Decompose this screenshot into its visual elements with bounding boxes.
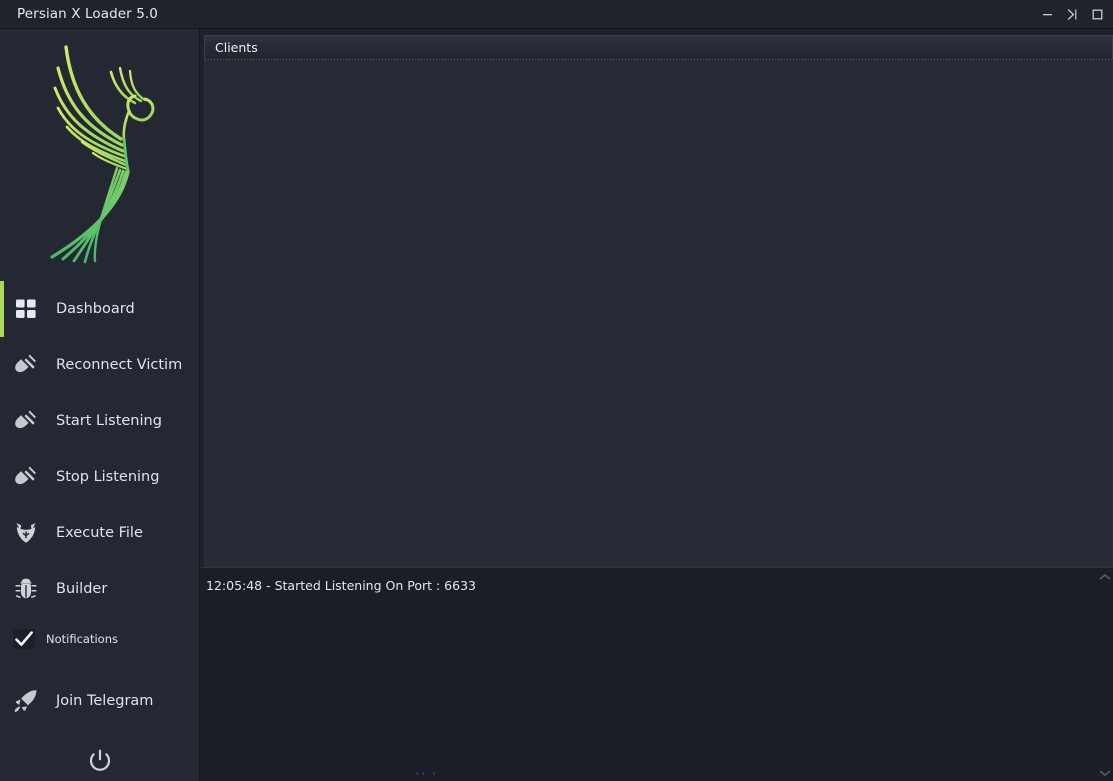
bug-icon [10,573,42,605]
clients-list[interactable] [204,59,1113,567]
log-line: 12:05:48 - Started Listening On Port : 6… [206,578,476,593]
title-bar: Persian X Loader 5.0 [0,0,1113,29]
rocket-icon [10,685,42,717]
sidebar-nav: Dashboard Reconnect Victim Start Listeni… [0,281,199,729]
active-indicator [0,449,4,505]
active-indicator [0,505,4,561]
active-indicator [0,561,4,617]
grid-icon [10,293,42,325]
maximize-button[interactable] [1085,0,1110,29]
active-indicator [0,337,4,393]
header-separator [205,59,1112,60]
sidebar-item-builder[interactable]: Builder [0,561,199,617]
sidebar-item-label: Reconnect Victim [56,357,183,373]
scroll-down-arrow[interactable] [1099,769,1111,777]
active-indicator [0,617,4,661]
active-indicator [0,281,4,337]
collapse-right-icon [1067,9,1077,20]
clients-header-label: Clients [215,40,258,55]
checkbox-checked-icon[interactable] [12,627,36,651]
sidebar-item-label: Start Listening [56,413,162,429]
active-indicator [0,393,4,449]
window-title: Persian X Loader 5.0 [17,6,158,22]
minimize-icon [1043,14,1052,16]
sidebar-item-label: Execute File [56,525,143,541]
sidebar-item-label: Builder [56,581,108,597]
window-body: Dashboard Reconnect Victim Start Listeni… [0,29,1113,781]
minimize-button[interactable] [1035,0,1060,29]
sidebar-item-label: Stop Listening [56,469,160,485]
sidebar: Dashboard Reconnect Victim Start Listeni… [0,29,200,781]
sidebar-item-dashboard[interactable]: Dashboard [0,281,199,337]
sidebar-item-notifications[interactable]: Notifications [0,617,199,661]
phoenix-logo [0,29,199,281]
power-icon [89,749,110,771]
plug-icon [10,405,42,437]
sidebar-item-stop-listening[interactable]: Stop Listening [0,449,199,505]
log-panel: 12:05:48 - Started Listening On Port : 6… [200,567,1113,781]
collapse-button[interactable] [1060,0,1085,29]
log-scrollbar[interactable] [1097,568,1113,781]
window-controls [1035,0,1110,29]
phoenix-logo-icon [49,44,154,263]
scroll-up-arrow[interactable] [1099,573,1111,581]
sidebar-item-label: Dashboard [56,301,135,317]
power-button[interactable] [0,729,199,781]
sidebar-item-execute-file[interactable]: Execute File [0,505,199,561]
sidebar-item-label: Join Telegram [56,693,154,709]
active-indicator [0,673,4,729]
main-content: Clients 12:05:48 - Started Listening On … [200,29,1113,781]
log-lines[interactable]: 12:05:48 - Started Listening On Port : 6… [200,568,1097,781]
plug-icon [10,349,42,381]
clients-panel-header: Clients [204,35,1113,60]
plug-icon [10,461,42,493]
sidebar-item-reconnect-victim[interactable]: Reconnect Victim [0,337,199,393]
sidebar-item-start-listening[interactable]: Start Listening [0,393,199,449]
clients-panel: Clients [200,29,1113,567]
sidebar-item-join-telegram[interactable]: Join Telegram [0,673,199,729]
sidebar-item-label: Notifications [46,632,118,646]
maximize-icon [1092,9,1103,20]
fox-head-icon [10,517,42,549]
application-window: Persian X Loader 5.0 Dashboard Reconnect… [0,0,1113,781]
